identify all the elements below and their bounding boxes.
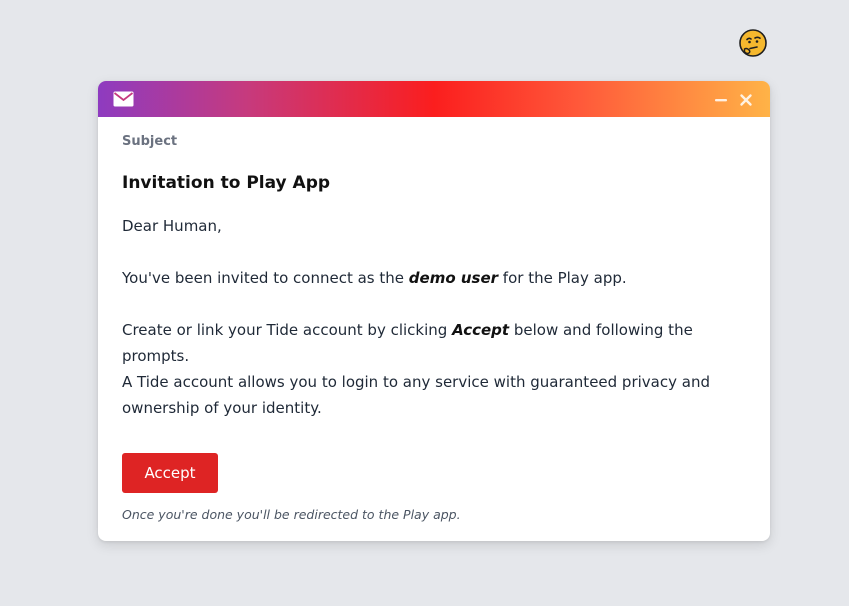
accept-button[interactable]: Accept — [122, 453, 218, 493]
redirect-footnote: Once you're done you'll be redirected to… — [122, 507, 461, 522]
thinking-face-icon[interactable] — [739, 29, 767, 57]
invite-text-end: for the Play app. — [498, 269, 627, 287]
subject-label: Subject — [122, 134, 178, 149]
email-create-paragraph: Create or link your Tide account by clic… — [122, 317, 752, 369]
close-icon[interactable] — [739, 92, 753, 106]
email-titlebar — [98, 81, 770, 117]
page: Subject Invitation to Play App Dear Huma… — [0, 0, 849, 606]
email-tide-info-paragraph: A Tide account allows you to login to an… — [122, 373, 710, 417]
minimize-icon[interactable] — [714, 92, 728, 106]
envelope-icon — [113, 91, 134, 107]
invite-text: You've been invited to connect as the — [122, 269, 409, 287]
email-subject: Invitation to Play App — [122, 173, 331, 193]
email-greeting: Dear Human, — [122, 217, 222, 235]
email-window: Subject Invitation to Play App Dear Huma… — [98, 81, 770, 541]
accept-emphasis: Accept — [452, 321, 510, 339]
create-text: Create or link your Tide account by clic… — [122, 321, 453, 339]
demo-user-emphasis: demo user — [408, 269, 499, 287]
email-invite-paragraph: You've been invited to connect as the de… — [122, 265, 752, 291]
